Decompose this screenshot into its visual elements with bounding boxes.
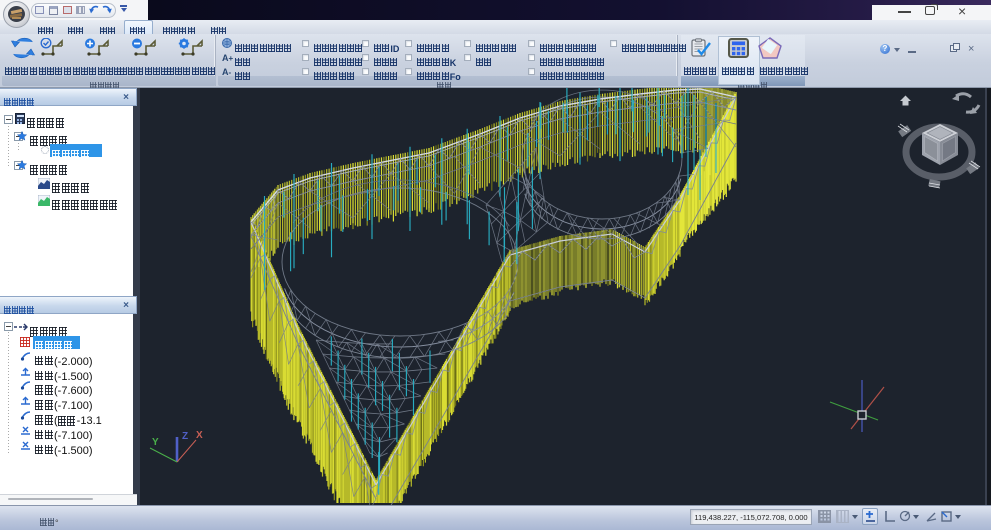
svg-text:X: X	[196, 430, 203, 441]
svg-text:Z: Z	[182, 431, 188, 442]
svg-text:Y: Y	[152, 437, 159, 448]
